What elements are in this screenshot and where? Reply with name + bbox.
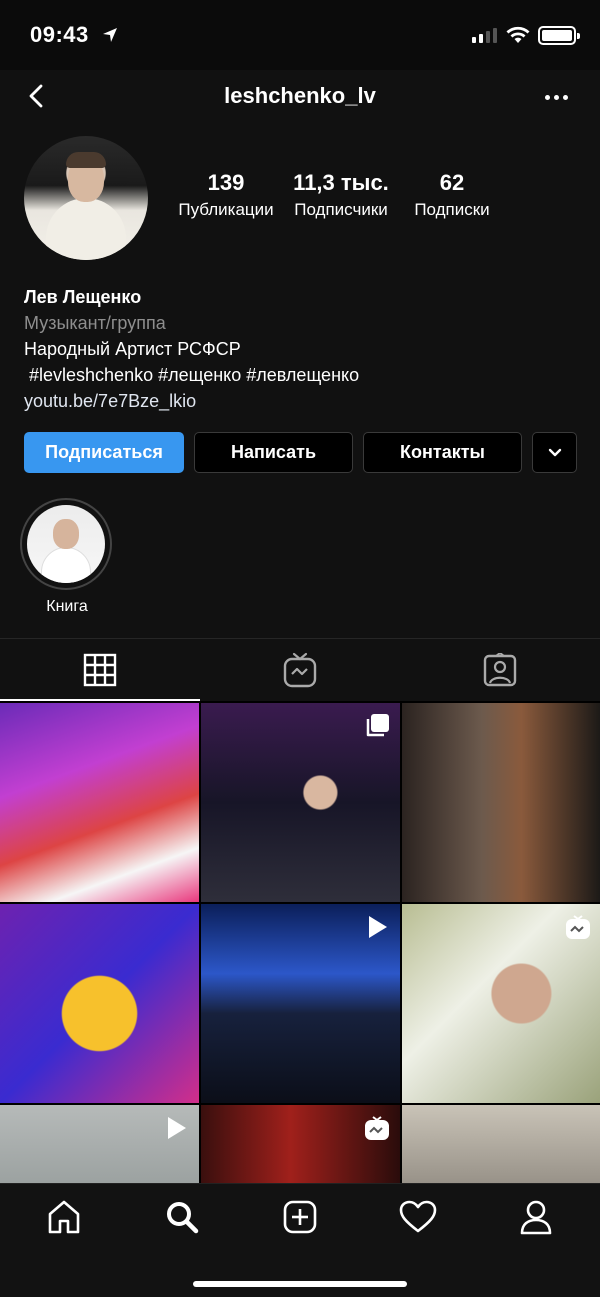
message-button[interactable]: Написать	[194, 432, 353, 473]
profile-category: Музыкант/группа	[24, 313, 166, 333]
highlight-label: Книга	[46, 598, 88, 615]
highlight-ring	[20, 498, 112, 590]
nav-activity[interactable]	[388, 1192, 448, 1242]
home-indicator[interactable]	[193, 1281, 407, 1287]
chevron-down-icon	[548, 448, 561, 456]
stat-followers[interactable]: 11,3 тыс. Подписчики	[282, 170, 400, 220]
stat-followers-label: Подписчики	[294, 200, 388, 219]
igtv-icon	[283, 652, 317, 688]
profile-actions: Подписаться Написать Контакты	[24, 432, 577, 473]
more-options-icon[interactable]	[536, 84, 576, 110]
post-thumbnail[interactable]	[201, 703, 400, 902]
tab-tagged[interactable]	[400, 639, 600, 701]
igtv-icon	[365, 1116, 389, 1140]
status-time: 09:43	[30, 22, 89, 47]
stat-posts-label: Публикации	[178, 200, 274, 219]
suggested-accounts-button[interactable]	[532, 432, 577, 473]
stat-posts-count: 139	[207, 170, 245, 195]
tab-posts-grid[interactable]	[0, 639, 200, 701]
igtv-icon	[566, 915, 590, 939]
tab-igtv[interactable]	[200, 639, 400, 701]
story-highlight[interactable]: Книга	[20, 498, 114, 616]
profile-section: 139 Публикации 11,3 тыс. Подписчики 62 П…	[0, 124, 600, 638]
contacts-button[interactable]: Контакты	[363, 432, 522, 473]
profile-bio: Лев Лещенко Музыкант/группа Народный Арт…	[24, 284, 584, 414]
follow-button[interactable]: Подписаться	[24, 432, 184, 473]
post-thumbnail[interactable]	[0, 904, 199, 1103]
battery-icon	[538, 26, 580, 45]
nav-home[interactable]	[34, 1192, 94, 1242]
profile-stats: 139 Публикации 11,3 тыс. Подписчики 62 П…	[170, 170, 590, 220]
activity-heart-icon	[399, 1200, 437, 1233]
stat-posts[interactable]: 139 Публикации	[170, 170, 282, 220]
bio-link[interactable]: youtu.be/7e7Bze_lkio	[24, 388, 584, 414]
bottom-navigation	[0, 1183, 600, 1297]
profile-header: leshchenko_lv	[0, 70, 600, 124]
profile-name: Лев Лещенко	[24, 287, 142, 307]
tagged-icon	[483, 653, 517, 687]
post-thumbnail[interactable]	[402, 703, 600, 902]
profile-username: leshchenko_lv	[224, 83, 376, 108]
profile-tabs	[0, 638, 600, 701]
nav-new-post[interactable]	[270, 1192, 330, 1242]
cellular-signal-icon	[472, 28, 497, 43]
nav-profile[interactable]	[506, 1192, 566, 1242]
location-arrow-icon	[103, 28, 117, 42]
wifi-icon	[506, 26, 530, 43]
profile-icon	[520, 1200, 552, 1235]
video-icon	[369, 916, 387, 938]
avatar[interactable]	[24, 136, 148, 260]
grid-icon	[83, 653, 117, 687]
post-thumbnail[interactable]	[402, 904, 600, 1103]
nav-search[interactable]	[152, 1192, 212, 1242]
post-thumbnail[interactable]	[201, 904, 400, 1103]
highlight-cover	[27, 505, 105, 583]
bio-hashtags[interactable]: #levleshchenko #лещенко #левлещенко	[24, 362, 584, 388]
bio-text: Народный Артист РСФСР	[24, 339, 241, 359]
stat-following[interactable]: 62 Подписки	[400, 170, 504, 220]
stat-following-count: 62	[439, 170, 465, 195]
stat-following-label: Подписки	[414, 200, 490, 219]
search-icon	[167, 1202, 199, 1234]
carousel-icon	[366, 714, 389, 737]
post-thumbnail[interactable]	[0, 703, 199, 902]
add-post-icon	[283, 1200, 317, 1234]
status-bar: 09:43	[0, 0, 600, 70]
home-icon	[48, 1200, 80, 1234]
stat-followers-count: 11,3 тыс.	[293, 170, 389, 195]
video-icon	[168, 1117, 186, 1139]
